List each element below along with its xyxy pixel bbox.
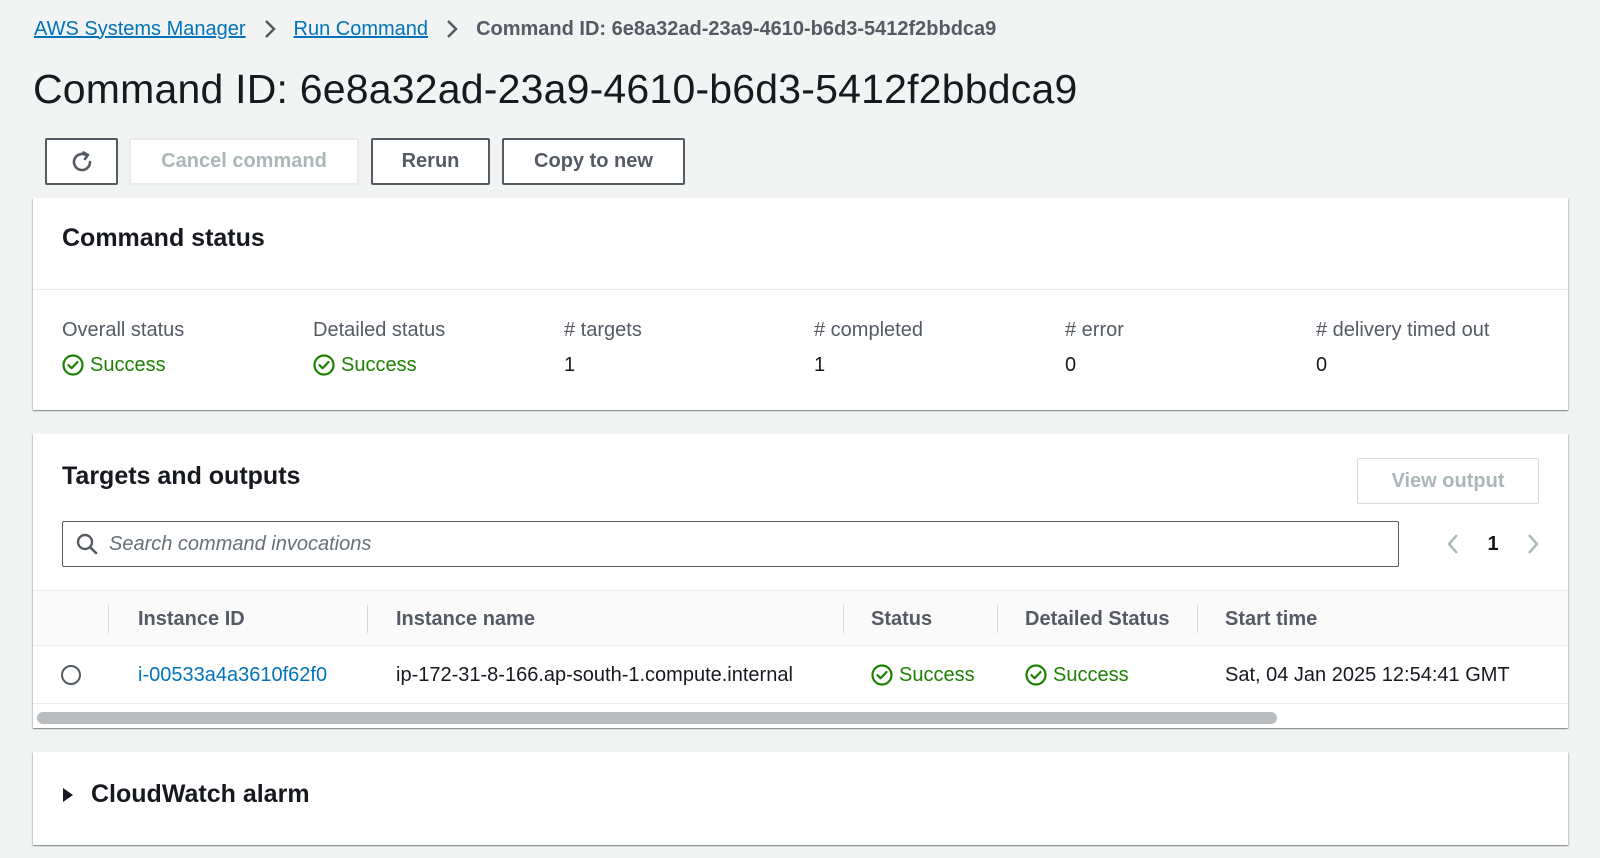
cloudwatch-alarm-toggle[interactable]: CloudWatch alarm — [61, 780, 310, 809]
search-icon — [75, 532, 99, 556]
breadcrumb-current: Command ID: 6e8a32ad-23a9-4610-b6d3-5412… — [476, 17, 997, 40]
column-separator — [1197, 605, 1198, 633]
check-circle-icon — [871, 664, 893, 686]
refresh-button[interactable] — [45, 138, 118, 185]
divider — [33, 289, 1568, 290]
stat-value: 1 — [814, 354, 826, 376]
stat-value: 1 — [564, 354, 576, 376]
stat-label: # delivery timed out — [1316, 319, 1490, 341]
stat-detailed-status: Detailed status Success — [313, 316, 445, 378]
detailed-status-text: Success — [1053, 664, 1129, 686]
stat-targets: # targets 1 — [564, 316, 642, 378]
instance-name: ip-172-31-8-166.ap-south-1.compute.inter… — [396, 664, 793, 686]
status-text: Success — [90, 354, 166, 376]
instance-id-link[interactable]: i-00533a4a3610f62f0 — [138, 646, 327, 704]
stat-value: 0 — [1316, 354, 1328, 376]
stat-label: Detailed status — [313, 319, 446, 341]
page-title: Command ID: 6e8a32ad-23a9-4610-b6d3-5412… — [33, 66, 1078, 112]
column-separator — [997, 605, 998, 633]
breadcrumb-run-command[interactable]: Run Command — [294, 18, 429, 41]
stat-label: Overall status — [62, 319, 185, 341]
status-badge: Success — [313, 352, 417, 378]
cloudwatch-alarm-panel: CloudWatch alarm — [33, 752, 1568, 845]
cloudwatch-alarm-title: CloudWatch alarm — [91, 780, 310, 808]
start-time: Sat, 04 Jan 2025 12:54:41 GMT — [1225, 664, 1510, 686]
stat-value: 0 — [1065, 354, 1077, 376]
stat-label: # error — [1065, 319, 1124, 341]
column-separator — [367, 605, 368, 633]
column-start-time[interactable]: Start time — [1225, 591, 1317, 647]
chevron-right-icon — [446, 19, 458, 39]
check-circle-icon — [313, 354, 335, 376]
stat-error: # error 0 — [1065, 316, 1124, 378]
status-badge: Success — [62, 352, 166, 378]
targets-title: Targets and outputs — [62, 462, 301, 490]
refresh-icon — [68, 148, 96, 176]
column-status[interactable]: Status — [871, 591, 932, 647]
column-detailed-status[interactable]: Detailed Status — [1025, 591, 1169, 647]
table-row[interactable]: i-00533a4a3610f62f0 ip-172-31-8-166.ap-s… — [33, 646, 1568, 704]
status-badge: Success — [871, 646, 975, 704]
stat-delivery-timed-out: # delivery timed out 0 — [1316, 316, 1489, 378]
detailed-status-badge: Success — [1025, 646, 1129, 704]
stat-label: # completed — [814, 319, 923, 341]
stat-overall-status: Overall status Success — [62, 316, 184, 378]
search-box — [62, 521, 1399, 567]
pagination: 1 — [1433, 524, 1553, 564]
check-circle-icon — [1025, 664, 1047, 686]
copy-to-new-button[interactable]: Copy to new — [502, 138, 685, 185]
caret-right-icon — [61, 787, 75, 803]
search-input[interactable] — [109, 532, 1398, 556]
cancel-command-button[interactable]: Cancel command — [129, 138, 359, 185]
chevron-right-icon — [264, 19, 276, 39]
breadcrumb: AWS Systems Manager Run Command Command … — [34, 14, 996, 44]
chevron-left-icon[interactable] — [1433, 524, 1473, 564]
column-separator — [108, 605, 109, 633]
rerun-button[interactable]: Rerun — [371, 138, 490, 185]
table-header: Instance ID Instance name Status Detaile… — [33, 590, 1568, 646]
status-text: Success — [899, 664, 975, 686]
stat-completed: # completed 1 — [814, 316, 923, 378]
chevron-right-icon[interactable] — [1513, 524, 1553, 564]
horizontal-scrollbar[interactable] — [37, 712, 1564, 724]
targets-and-outputs-panel: Targets and outputs View output 1 Instan… — [33, 434, 1568, 728]
breadcrumb-systems-manager[interactable]: AWS Systems Manager — [34, 18, 246, 41]
command-status-title: Command status — [62, 224, 265, 252]
view-output-button[interactable]: View output — [1357, 458, 1539, 504]
page-number[interactable]: 1 — [1473, 533, 1513, 556]
check-circle-icon — [62, 354, 84, 376]
column-instance-name[interactable]: Instance name — [396, 591, 535, 647]
status-text: Success — [341, 354, 417, 376]
stat-label: # targets — [564, 319, 642, 341]
column-instance-id[interactable]: Instance ID — [138, 591, 245, 647]
scrollbar-thumb[interactable] — [37, 712, 1277, 724]
column-separator — [843, 605, 844, 633]
row-select-radio[interactable] — [61, 665, 81, 685]
command-status-panel: Command status Overall status Success De… — [33, 198, 1568, 410]
